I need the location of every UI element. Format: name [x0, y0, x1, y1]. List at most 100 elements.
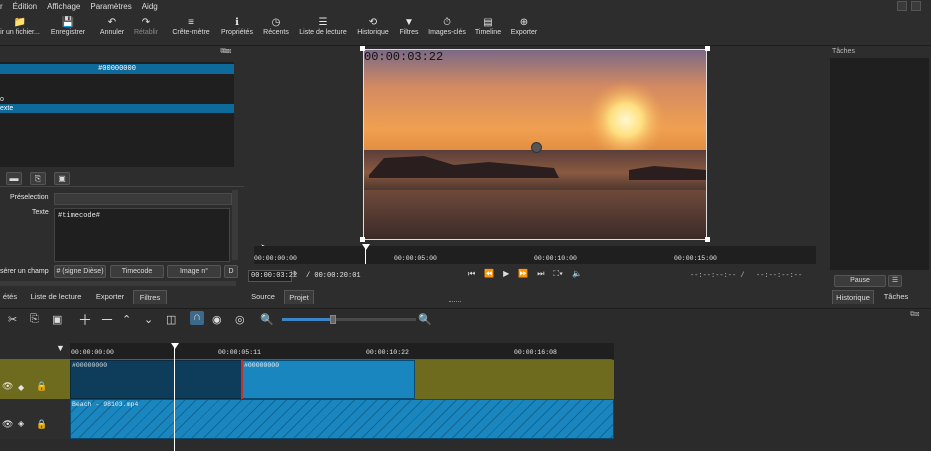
copy-icon[interactable]: ⎘ [30, 313, 39, 326]
date-button[interactable]: D [224, 265, 238, 278]
clip-v1[interactable]: #00000000 [70, 360, 242, 399]
split-icon[interactable]: ◫ [166, 313, 176, 326]
splitter-handle[interactable] [449, 301, 461, 304]
insert-field-label: sérer un champ [0, 268, 49, 275]
undo-icon: ↶ [107, 17, 117, 28]
rewind-icon[interactable]: ⏪ [484, 269, 494, 279]
viewer-playhead[interactable] [362, 244, 370, 250]
copy-filter-button[interactable]: ⎘ [30, 172, 46, 185]
snap-icon[interactable]: ∩ [190, 311, 204, 325]
timeline-ruler[interactable]: 00:00:00:00 00:00:05:11 00:00:10:22 00:0… [70, 343, 614, 359]
filters-button[interactable]: ▼ Filtres [396, 17, 422, 43]
tab-playlist[interactable]: Liste de lecture [26, 291, 86, 304]
tab-properties[interactable]: étés [0, 291, 20, 304]
selection-rect[interactable] [363, 49, 707, 240]
zoom-slider[interactable] [282, 315, 416, 324]
viewer-playhead-line [365, 248, 366, 264]
resize-handle[interactable] [360, 237, 365, 242]
mute-icon[interactable]: ◈ [18, 419, 24, 428]
text-field[interactable]: #timecode# [54, 208, 230, 262]
volume-icon[interactable]: 🔈 [572, 269, 582, 279]
history-button[interactable]: ⟲ Historique [354, 17, 392, 43]
menu-file[interactable]: r [0, 2, 3, 11]
playlist-button[interactable]: ☰ Liste de lecture [296, 17, 350, 43]
info-icon: ℹ [235, 17, 239, 28]
tab-export[interactable]: Exporter [90, 291, 130, 304]
timeline-button[interactable]: ▤ Timeline [472, 17, 504, 43]
frame-number-button[interactable]: Image n° [167, 265, 221, 278]
resize-handle[interactable] [360, 46, 365, 51]
preset-combo[interactable] [54, 193, 232, 205]
remove-icon[interactable]: － [100, 310, 114, 330]
keyframes-button[interactable]: ⏱ Images-clés [426, 17, 468, 43]
menu-settings[interactable]: Paramètres [90, 2, 131, 11]
cut-icon[interactable]: ✂ [8, 313, 17, 326]
remove-filter-button[interactable]: ▬ [6, 172, 22, 185]
skip-end-icon[interactable]: ⏭ [537, 269, 544, 279]
horizontal-scrollbar[interactable] [0, 281, 236, 286]
lift-icon[interactable]: ⌃ [122, 313, 131, 326]
recent-button[interactable]: ◷ Récents [259, 17, 293, 43]
tab-project[interactable]: Projet [284, 290, 314, 304]
current-time-field[interactable]: 00:00:03:22 [248, 270, 297, 282]
tab-jobs[interactable]: Tâches [878, 291, 914, 304]
append-icon[interactable]: ＋ [78, 310, 92, 330]
menu-help[interactable]: Aidg [142, 2, 158, 11]
pause-button[interactable]: Pause [834, 275, 886, 287]
menu-icon[interactable]: ☰ [888, 275, 902, 287]
window-close-button[interactable] [911, 1, 921, 11]
spin-arrows-icon[interactable]: ⬍ [292, 270, 297, 277]
list-item-selected[interactable]: exte [0, 104, 234, 113]
ruler-label: 00:00:10:22 [366, 349, 409, 356]
clip-a1[interactable]: Beach - 98103.mp4 [70, 399, 614, 439]
save-button[interactable]: 💾 Enregistrer [48, 17, 88, 43]
track-header-v1: 👁 ◆ 🔒 [0, 359, 70, 399]
filter-menu-icon[interactable]: ▼ [56, 343, 65, 353]
paste-icon[interactable]: ▣ [52, 313, 62, 326]
viewer-ruler[interactable]: 00:00:00:00 00:00:05:00 00:00:10:00 00:0… [254, 244, 816, 264]
scrub-icon[interactable]: ◉ [212, 313, 222, 326]
zoom-fit-icon[interactable]: ⛶▾ [554, 269, 564, 279]
timeline-playhead[interactable] [171, 343, 179, 349]
window-restore-button[interactable] [897, 1, 907, 11]
lock-icon[interactable]: 🔒 [36, 381, 47, 392]
undo-button[interactable]: ↶ Annuler [96, 17, 128, 43]
hash-sign-button[interactable]: # (signe Dièse) [54, 265, 106, 278]
lock-icon[interactable]: 🔒 [36, 419, 47, 430]
redo-button[interactable]: ↷ Rétablir [130, 17, 162, 43]
fast-forward-icon[interactable]: ⏩ [518, 269, 528, 279]
ruler-label: 00:00:05:00 [394, 255, 437, 262]
clip-v1-selected[interactable]: #00000000 [242, 360, 415, 399]
composite-icon[interactable]: ◆ [18, 383, 24, 392]
resize-handle[interactable] [705, 237, 710, 242]
panel-float-icon[interactable]: ⧉⊠ [910, 311, 919, 319]
eye-icon[interactable]: 👁 [2, 381, 13, 392]
timeline-playhead-line [174, 347, 175, 451]
zoom-slider-handle[interactable] [330, 315, 336, 324]
peak-meter-button[interactable]: ≡ Crête-mètre [168, 17, 214, 43]
export-button[interactable]: ⊕ Exporter [508, 17, 540, 43]
play-icon[interactable]: ▶ [503, 269, 509, 279]
tab-source[interactable]: Source [248, 291, 278, 304]
menu-edit[interactable]: Édition [13, 2, 37, 11]
timecode-button[interactable]: Timecode [110, 265, 164, 278]
menu-view[interactable]: Affichage [47, 2, 80, 11]
eye-icon[interactable]: 👁 [2, 419, 13, 430]
paste-filter-button[interactable]: ▣ [54, 172, 70, 185]
clip-label: #00000000 [244, 362, 280, 369]
tab-filters[interactable]: Filtres [133, 290, 167, 304]
panel-float-icon[interactable]: ⧉⊠ [220, 48, 229, 56]
ripple-icon[interactable]: ◎ [235, 313, 245, 326]
list-item[interactable]: o [0, 95, 234, 104]
open-file-button[interactable]: 📁 ir un fichier... [0, 17, 42, 43]
ruler-label: 00:00:05:11 [218, 349, 261, 356]
overwrite-icon[interactable]: ⌄ [144, 313, 153, 326]
zoom-in-icon[interactable]: 🔍 [418, 313, 432, 326]
zoom-out-icon[interactable]: 🔍 [260, 313, 274, 326]
color-field[interactable]: #00000000 [0, 64, 234, 74]
skip-start-icon[interactable]: ⏮ [468, 269, 475, 279]
tab-history[interactable]: Historique [832, 290, 874, 304]
scrollbar[interactable] [232, 190, 238, 260]
properties-button[interactable]: ℹ Propriétés [218, 17, 256, 43]
resize-handle[interactable] [705, 46, 710, 51]
